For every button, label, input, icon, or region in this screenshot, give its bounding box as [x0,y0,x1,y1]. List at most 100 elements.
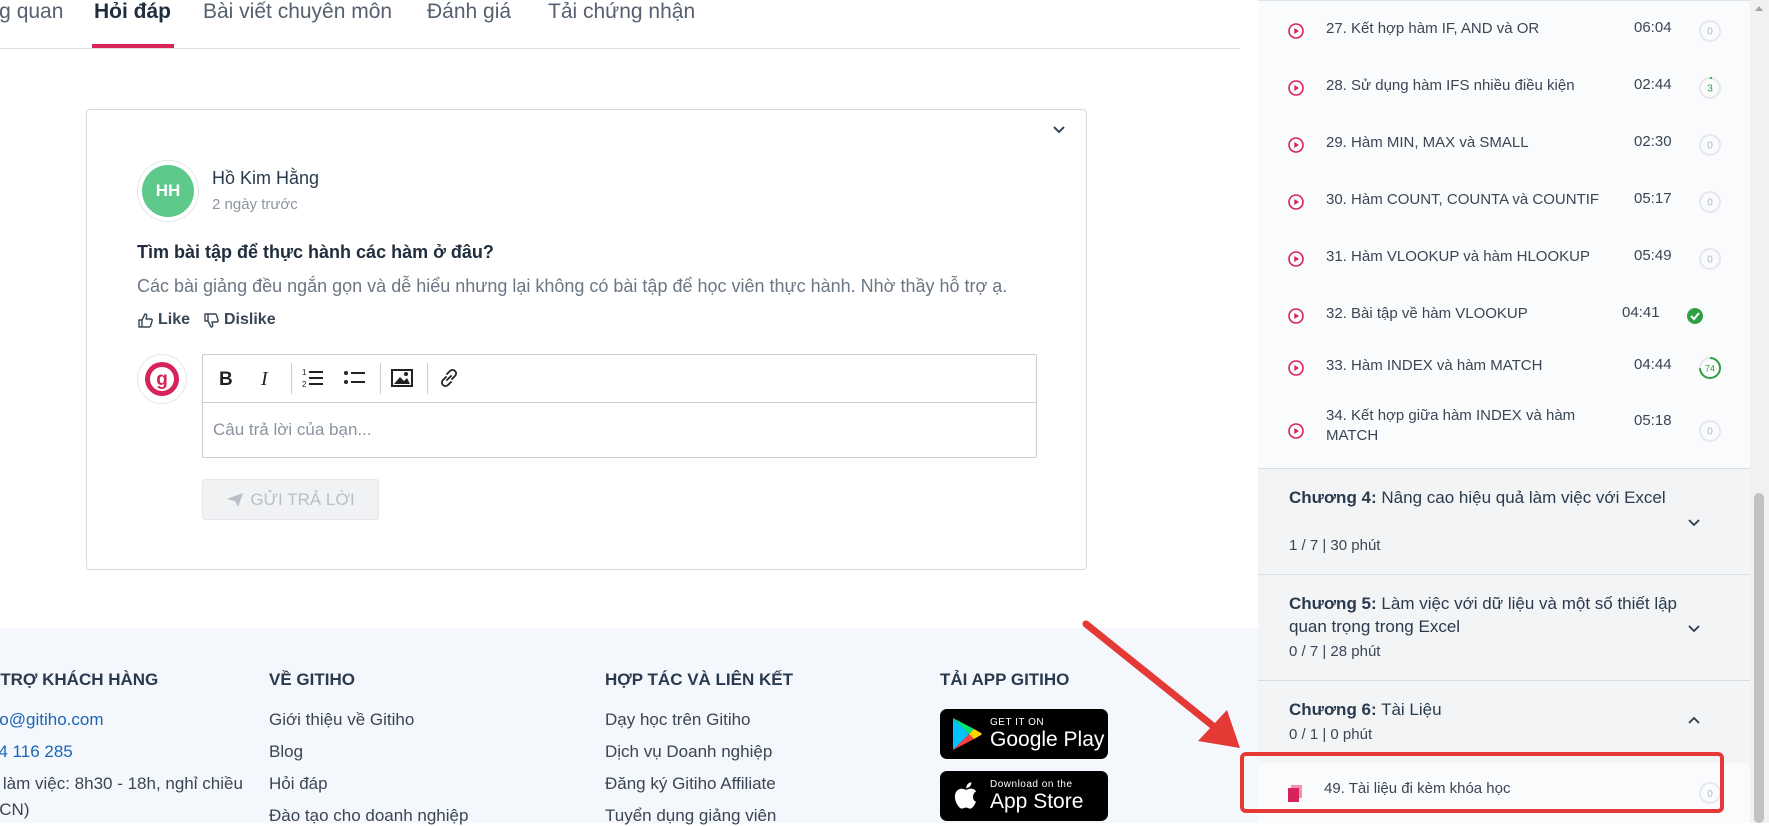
google-play-icon [953,718,982,750]
active-tab-indicator [92,44,174,48]
footer-link-business[interactable]: Dịch vụ Doanh nghiệp [605,742,772,762]
question-title: Tìm bài tập để thực hành các hàm ở đâu? [137,242,494,262]
footer-link-qa[interactable]: Hỏi đáp [269,774,328,794]
like-button[interactable]: Like [137,311,190,329]
google-play-caption: GET IT ON [990,717,1045,728]
chapter-6-title: Chương 6: Tài Liệu [1289,700,1442,719]
chevron-down-icon [1688,625,1700,633]
svg-text:B: B [219,369,233,388]
lesson-duration: 05:18 [1634,412,1672,429]
play-circle-icon [1288,23,1304,39]
sidebar-scrollbar-thumb[interactable] [1754,493,1764,823]
lesson-item[interactable]: 27. Kết hợp hàm IF, AND và OR 06:04 0 [1258,0,1750,57]
lesson-duration: 04:41 [1622,304,1660,321]
lesson-item[interactable]: 28. Sử dụng hàm IFS nhiều điều kiện 02:44… [1258,57,1750,114]
svg-text:0: 0 [1707,27,1713,38]
progress-ring: 0 [1699,420,1721,442]
lesson-duration: 05:49 [1634,247,1672,264]
toolbar-divider [380,363,381,394]
tab-overview[interactable]: Tổng quan [0,0,63,24]
lesson-title: 33. Hàm INDEX và hàm MATCH [1326,357,1543,374]
chapter-5-title: Chương 5: Làm việc với dữ liệu và một số… [1289,594,1678,636]
lesson-item[interactable]: 34. Kết hợp giữa hàm INDEX và hàm MATCH 0… [1258,393,1750,468]
footer-link-teach[interactable]: Dạy học trên Gitiho [605,710,751,730]
svg-text:2: 2 [302,380,307,389]
tab-articles[interactable]: Bài viết chuyên môn [203,0,392,24]
ordered-list-icon[interactable]: 12 [298,363,328,393]
chapter-6-meta: 0 / 1 | 0 phút [1289,726,1373,743]
app-store-label: App Store [990,790,1084,813]
lesson-title: 28. Sử dụng hàm IFS nhiều điều kiện [1326,77,1575,94]
lesson-title: 29. Hàm MIN, MAX và SMALL [1326,134,1529,151]
tab-bar: Tổng quan Hỏi đáp Bài viết chuyên môn Đá… [0,0,1240,49]
toolbar-divider [291,363,292,394]
footer-link-recruit[interactable]: Tuyển dụng giảng viên [605,806,776,826]
author-initials: HH [142,165,194,217]
italic-icon[interactable]: I [251,363,281,393]
footer-link-blog[interactable]: Blog [269,742,303,762]
author-avatar: HH [137,160,199,222]
tab-qa[interactable]: Hỏi đáp [94,0,171,24]
progress-ring: 0 [1699,191,1721,213]
svg-text:0: 0 [1707,198,1713,209]
footer-link-affiliate[interactable]: Đăng ký Gitiho Affiliate [605,774,776,794]
play-circle-icon [1288,80,1304,96]
footer-about-heading: VỀ GITIHO [269,670,355,689]
progress-ring: 74 [1699,357,1721,379]
question-body: Các bài giảng đều ngắn gọn và dễ hiểu nh… [137,276,1008,296]
tab-reviews[interactable]: Đánh giá [427,0,511,24]
footer-support-hours-cont: T7, CN) [0,800,30,819]
completed-check-icon [1687,308,1703,324]
chapter-5-header[interactable]: Chương 5: Làm việc với dữ liệu và một số… [1258,574,1750,681]
lesson-title: 31. Hàm VLOOKUP và hàm HLOOKUP [1326,248,1590,265]
footer-link-about[interactable]: Giới thiệu về Gitiho [269,710,414,730]
chapter-4-header[interactable]: Chương 4: Nâng cao hiệu quả làm việc với… [1258,468,1750,575]
lesson-title: 30. Hàm COUNT, COUNTA và COUNTIF [1326,191,1600,208]
play-circle-icon [1288,137,1304,153]
chapter-5-meta: 0 / 7 | 28 phút [1289,643,1381,660]
lesson-duration: 02:30 [1634,133,1672,150]
dislike-label: Dislike [224,311,276,328]
svg-text:0: 0 [1707,255,1713,266]
tab-certificate[interactable]: Tải chứng nhận [548,0,695,24]
scroll-up-arrow-icon[interactable] [1754,4,1764,12]
lesson-item[interactable]: 33. Hàm INDEX và hàm MATCH 04:44 74 [1258,337,1750,393]
bold-icon[interactable]: B [211,363,241,393]
like-label: Like [158,311,191,328]
image-icon[interactable] [387,363,417,393]
send-icon [227,492,244,507]
reply-input[interactable] [203,403,1036,456]
lesson-item[interactable]: 31. Hàm VLOOKUP và hàm HLOOKUP 05:49 0 [1258,228,1750,285]
footer-link-enterprise-training[interactable]: Đào tạo cho doanh nghiệp [269,806,468,826]
svg-text:74: 74 [1705,364,1715,374]
bullet-list-icon[interactable] [340,363,370,393]
svg-text:g: g [156,369,168,390]
lesson-duration: 02:44 [1634,76,1672,93]
link-icon[interactable] [434,363,464,393]
lesson-item[interactable]: 32. Bài tập về hàm VLOOKUP 04:41 [1258,285,1750,337]
author-name[interactable]: Hồ Kim Hằng [212,168,319,189]
dislike-button[interactable]: Dislike [203,311,276,329]
thumbs-down-icon [204,312,219,328]
annotation-highlight-box [1240,752,1724,813]
apple-icon [954,782,977,809]
chevron-down-icon[interactable] [1050,120,1068,138]
svg-text:1: 1 [302,368,307,377]
gitiho-logo-icon: g [145,362,179,396]
app-store-badge[interactable]: Download on the App Store [940,771,1108,821]
play-circle-icon [1288,360,1304,376]
reply-editor: B I 12 [202,354,1037,458]
lesson-duration: 06:04 [1634,19,1672,36]
progress-ring: 0 [1699,248,1721,270]
footer-support-phone[interactable]: 0774 116 285 [0,742,73,762]
play-circle-icon [1288,194,1304,210]
lesson-item[interactable]: 30. Hàm COUNT, COUNTA và COUNTIF 05:17 0 [1258,171,1750,228]
progress-ring: 0 [1699,134,1721,156]
lesson-item[interactable]: 29. Hàm MIN, MAX và SMALL 02:30 0 [1258,114,1750,171]
footer-support-email[interactable]: hotro@gitiho.com [0,710,104,730]
svg-text:3: 3 [1707,84,1713,95]
chapter-4-meta: 1 / 7 | 30 phút [1289,537,1381,554]
svg-text:0: 0 [1707,427,1713,438]
editor-toolbar: B I 12 [203,355,1036,403]
send-reply-button[interactable]: GỬI TRẢ LỜI [202,479,379,520]
